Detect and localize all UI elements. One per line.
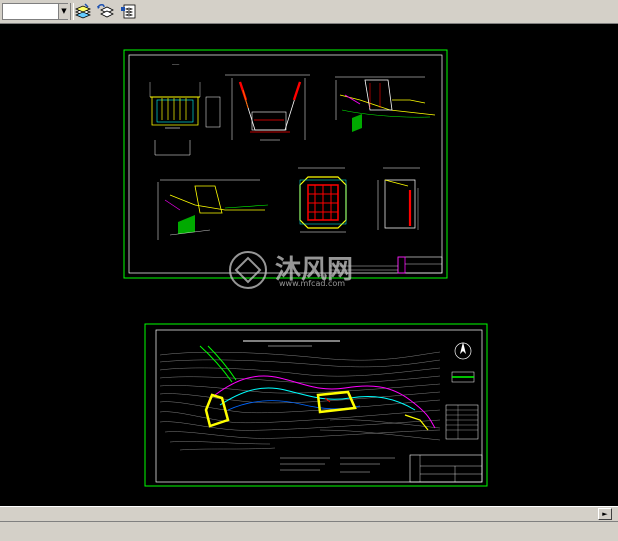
profile-view-d xyxy=(157,179,269,240)
watermark-url: www.mfcad.com xyxy=(279,279,345,288)
drawing-sheet-2[interactable] xyxy=(144,323,488,487)
section-view-b xyxy=(225,74,310,141)
layer-properties-icon xyxy=(74,3,92,19)
chevron-down-icon[interactable]: ▼ xyxy=(58,4,69,19)
plan-view-e xyxy=(298,167,347,233)
layer-properties-button[interactable] xyxy=(73,2,93,21)
layers-toolbar: ▼ xyxy=(0,0,618,24)
section-view-a: ──── xyxy=(149,63,221,156)
layer-previous-icon xyxy=(97,4,114,18)
drawing-canvas[interactable]: ──── 沐风网 www.mfcad.com xyxy=(0,24,618,506)
watermark: 沐风网 www.mfcad.com xyxy=(229,251,353,289)
svg-text:────: ──── xyxy=(171,63,179,67)
layer-previous-button[interactable] xyxy=(96,2,116,21)
layer-states-button[interactable] xyxy=(119,2,139,21)
scroll-right-icon[interactable]: ► xyxy=(598,508,612,520)
profile-view-c xyxy=(335,76,436,132)
layer-states-icon xyxy=(121,4,136,19)
status-bar xyxy=(0,521,618,541)
drawing-sheet-1[interactable]: ──── xyxy=(123,49,448,279)
horizontal-scrollbar[interactable]: ► xyxy=(0,506,618,521)
contour-lines xyxy=(159,351,441,451)
section-view-f xyxy=(377,167,420,230)
drawing-viewport[interactable]: ──── 沐风网 www.mfcad.com xyxy=(0,24,618,506)
